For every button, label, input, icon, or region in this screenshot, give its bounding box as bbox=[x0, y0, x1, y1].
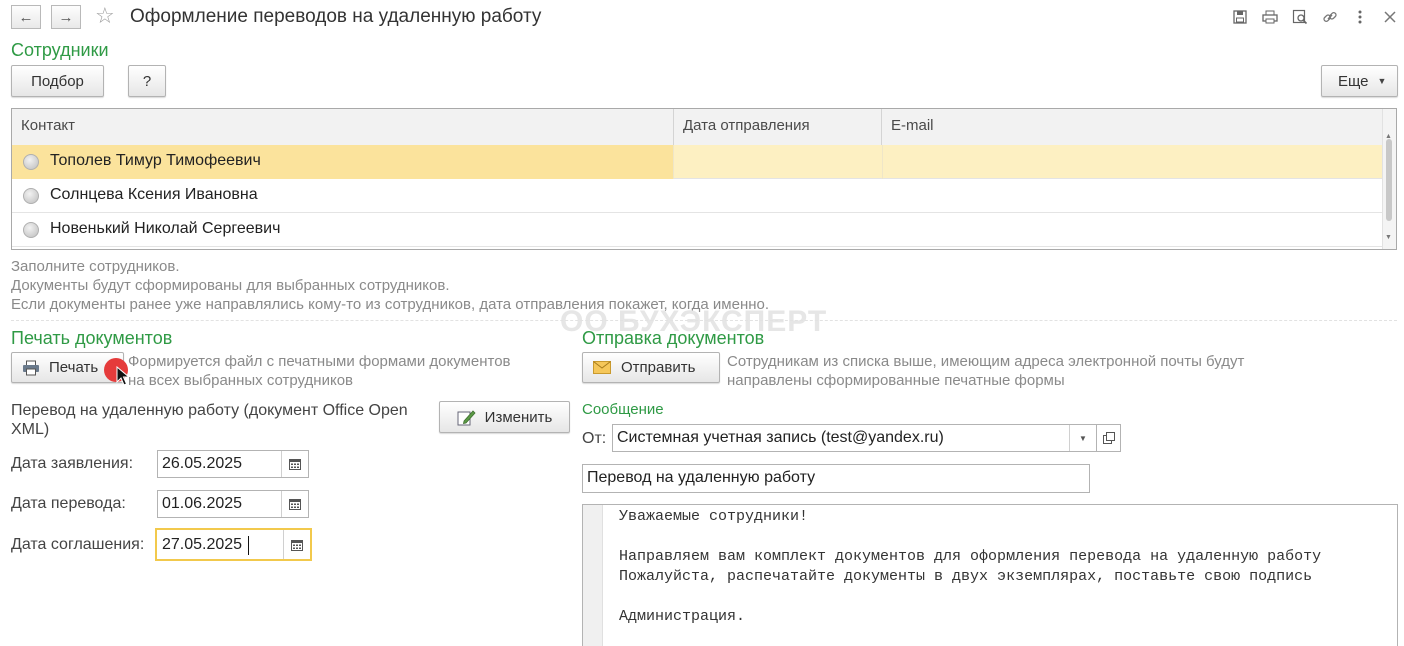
dropdown-caret-icon: ▼ bbox=[1377, 76, 1387, 86]
contact-name: Тополев Тимур Тимофеевич bbox=[50, 152, 261, 169]
print-icon[interactable] bbox=[1261, 8, 1279, 26]
open-account-button[interactable] bbox=[1096, 424, 1121, 452]
link-icon[interactable] bbox=[1321, 8, 1339, 26]
table-row[interactable]: Солнцева Ксения Ивановна bbox=[12, 179, 1384, 213]
print-section-title: Печать документов bbox=[11, 328, 173, 348]
employees-table: Контакт Дата отправления E-mail Тополев … bbox=[11, 108, 1397, 250]
application-date-field[interactable]: 26.05.2025 bbox=[157, 450, 309, 478]
transfer-date-field[interactable]: 01.06.2025 bbox=[157, 490, 309, 518]
section-divider bbox=[11, 320, 1397, 321]
scroll-down-icon[interactable]: ▼ bbox=[1385, 234, 1392, 241]
print-description-line1: Формируется файл с печатными формами док… bbox=[128, 353, 511, 370]
print-description-line2: на всех выбранных сотрудников bbox=[128, 372, 353, 389]
text-caret bbox=[248, 536, 249, 555]
send-date-cell[interactable] bbox=[673, 179, 882, 213]
transfer-date-value: 01.06.2025 bbox=[162, 495, 243, 512]
contact-name: Новенький Николай Сергеевич bbox=[50, 220, 281, 237]
status-circle-icon bbox=[23, 222, 39, 238]
contact-cell[interactable]: Новенький Николай Сергеевич bbox=[12, 213, 673, 247]
hint-documents-formed: Документы будут сформированы для выбранн… bbox=[11, 277, 450, 294]
agreement-date-label: Дата соглашения: bbox=[11, 536, 145, 553]
message-line: Уважаемые сотрудники! bbox=[619, 508, 809, 525]
column-header-contact[interactable]: Контакт bbox=[12, 109, 674, 145]
message-line: Направляем вам комплект документов для о… bbox=[619, 548, 1322, 565]
hint-fill-employees: Заполните сотрудников. bbox=[11, 258, 180, 275]
close-icon[interactable] bbox=[1381, 8, 1399, 26]
email-cell[interactable] bbox=[882, 179, 1384, 213]
table-header: Контакт Дата отправления E-mail bbox=[12, 109, 1384, 146]
back-button[interactable]: ← bbox=[11, 5, 41, 29]
contact-cell[interactable]: Тополев Тимур Тимофеевич bbox=[12, 145, 673, 179]
printer-icon bbox=[22, 360, 40, 376]
subject-input[interactable]: Перевод на удаленную работу bbox=[582, 464, 1090, 493]
application-date-label: Дата заявления: bbox=[11, 455, 134, 472]
envelope-icon bbox=[593, 361, 611, 374]
agreement-date-field[interactable]: 27.05.2025 bbox=[155, 528, 312, 561]
document-title-line2: XML) bbox=[11, 421, 50, 438]
send-section-title: Отправка документов bbox=[582, 328, 765, 348]
employees-section-title: Сотрудники bbox=[11, 40, 109, 60]
contact-name: Солнцева Ксения Ивановна bbox=[50, 186, 258, 203]
edit-template-button[interactable]: Изменить bbox=[439, 401, 570, 433]
send-button[interactable]: Отправить bbox=[582, 352, 720, 383]
from-account-select[interactable]: Системная учетная запись (test@yandex.ru… bbox=[612, 424, 1097, 452]
edit-button-label: Изменить bbox=[484, 408, 553, 426]
arrow-right-icon: → bbox=[58, 8, 74, 26]
column-header-send-date[interactable]: Дата отправления bbox=[674, 109, 882, 145]
message-line: Администрация. bbox=[619, 608, 746, 625]
email-cell[interactable] bbox=[882, 213, 1384, 247]
calendar-icon[interactable] bbox=[281, 491, 308, 517]
edit-pencil-icon bbox=[457, 408, 477, 426]
more-button[interactable]: Еще ▼ bbox=[1321, 65, 1398, 97]
send-description-line2: направлены сформированные печатные формы bbox=[727, 372, 1065, 389]
application-date-value: 26.05.2025 bbox=[162, 455, 243, 472]
message-body-editor[interactable]: Уважаемые сотрудники! Направляем вам ком… bbox=[582, 504, 1398, 646]
status-circle-icon bbox=[23, 188, 39, 204]
agreement-date-value: 27.05.2025 bbox=[162, 536, 243, 553]
open-window-icon bbox=[1103, 432, 1115, 444]
message-section-title: Сообщение bbox=[582, 401, 664, 418]
send-description-line1: Сотрудникам из списка выше, имеющим адре… bbox=[727, 353, 1245, 370]
from-account-value: Системная учетная запись (test@yandex.ru… bbox=[617, 429, 944, 446]
forward-button[interactable]: → bbox=[51, 5, 81, 29]
more-button-label: Еще bbox=[1338, 72, 1369, 90]
calendar-icon[interactable] bbox=[283, 530, 310, 559]
table-row[interactable]: Тополев Тимур Тимофеевич bbox=[12, 145, 1384, 179]
contact-cell[interactable]: Солнцева Ксения Ивановна bbox=[12, 179, 673, 213]
dropdown-arrow-icon[interactable]: ▼ bbox=[1069, 425, 1096, 451]
subject-value: Перевод на удаленную работу bbox=[587, 469, 816, 486]
document-title-line1: Перевод на удаленную работу (документ Of… bbox=[11, 402, 408, 419]
table-scrollbar[interactable]: ▲ ▼ bbox=[1382, 109, 1396, 249]
select-employees-button[interactable]: Подбор bbox=[11, 65, 104, 97]
calendar-icon[interactable] bbox=[281, 451, 308, 477]
transfer-date-label: Дата перевода: bbox=[11, 495, 126, 512]
help-button[interactable]: ? bbox=[128, 65, 166, 97]
status-circle-icon bbox=[23, 154, 39, 170]
page-title: Оформление переводов на удаленную работу bbox=[130, 6, 542, 27]
send-date-cell[interactable] bbox=[673, 213, 882, 247]
arrow-left-icon: ← bbox=[18, 8, 34, 26]
editor-gutter bbox=[583, 505, 603, 646]
save-icon[interactable] bbox=[1231, 8, 1249, 26]
message-line: Пожалуйста, распечатайте документы в дву… bbox=[619, 568, 1313, 585]
from-label: От: bbox=[582, 430, 607, 447]
preview-icon[interactable] bbox=[1291, 8, 1309, 26]
favorite-star-icon[interactable]: ☆ bbox=[95, 3, 115, 29]
print-button-label: Печать bbox=[49, 359, 99, 376]
send-button-label: Отправить bbox=[621, 359, 696, 376]
send-date-cell[interactable] bbox=[673, 145, 882, 179]
column-header-email[interactable]: E-mail bbox=[882, 109, 1384, 145]
scrollbar-thumb[interactable] bbox=[1386, 139, 1392, 221]
email-cell[interactable] bbox=[882, 145, 1384, 179]
more-vertical-icon[interactable] bbox=[1351, 8, 1369, 26]
table-row[interactable]: Новенький Николай Сергеевич bbox=[12, 213, 1384, 247]
